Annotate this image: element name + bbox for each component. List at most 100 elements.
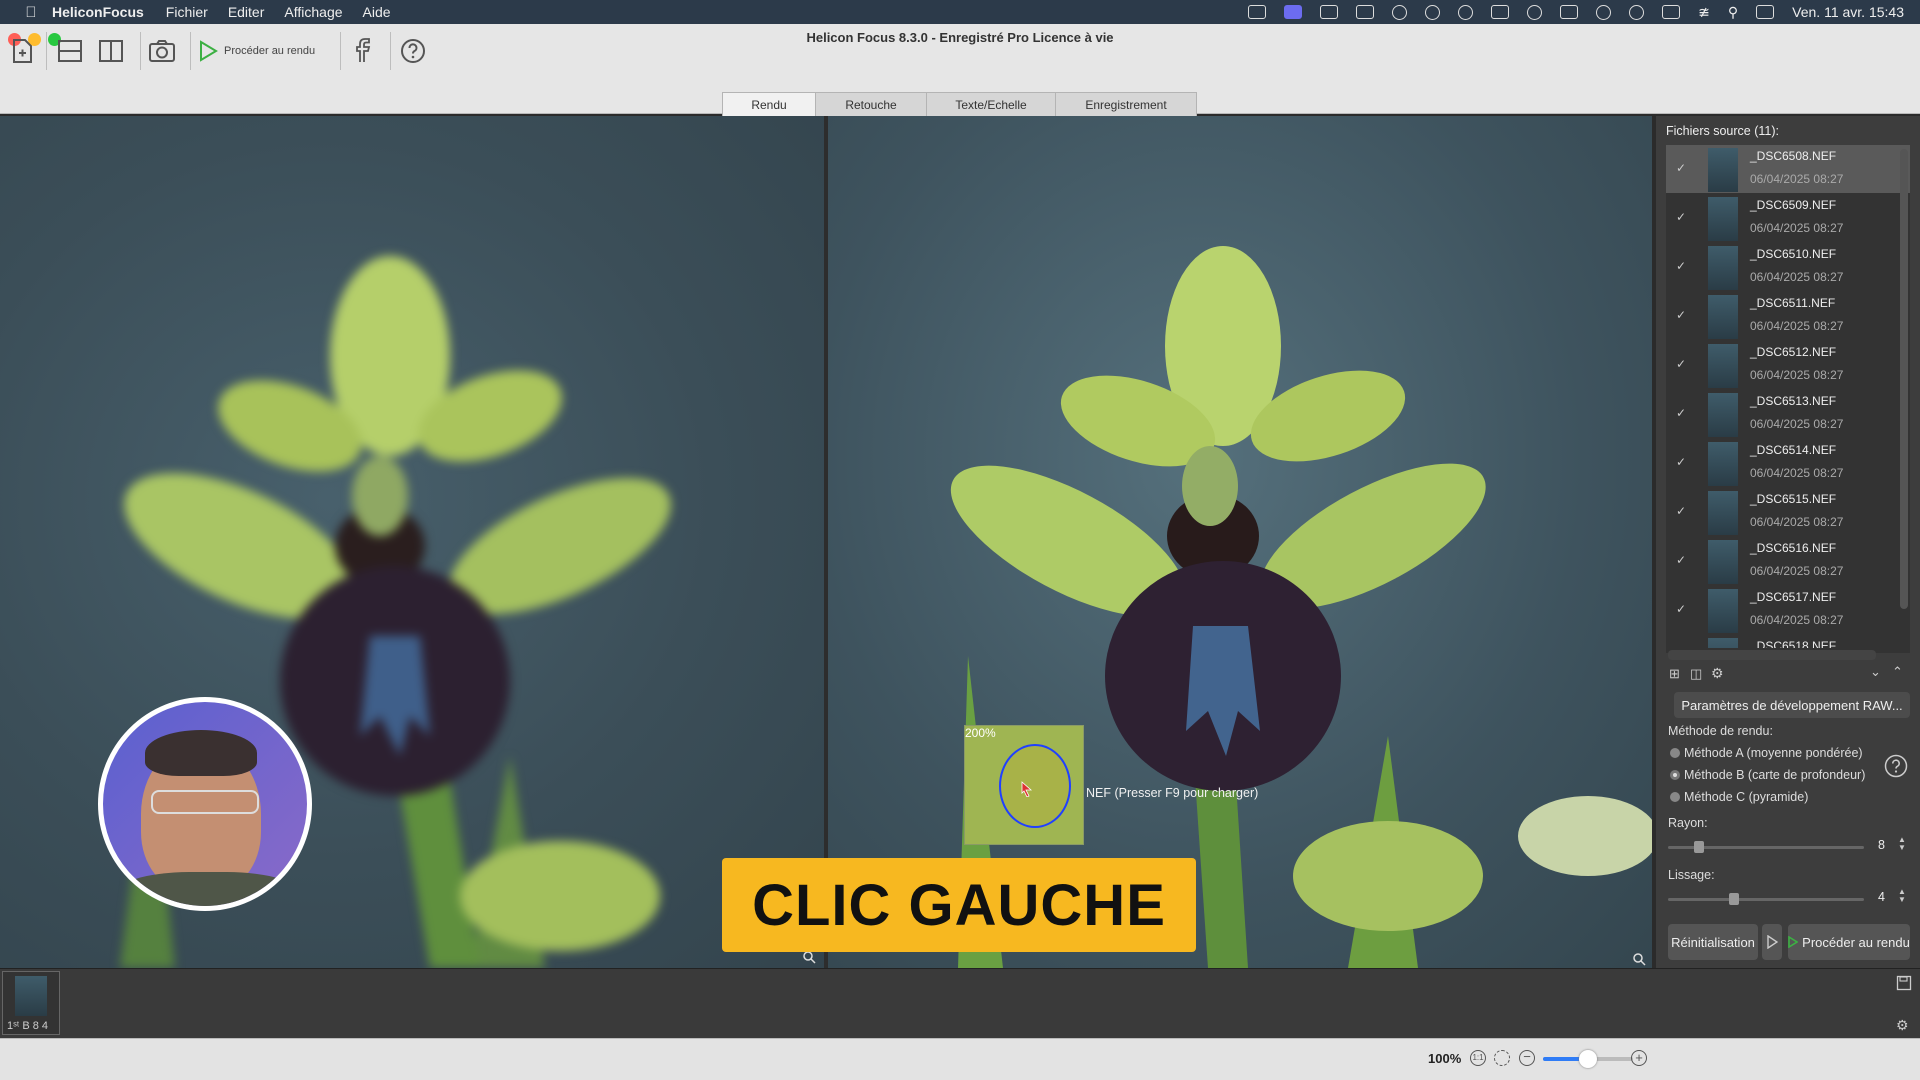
control-center-icon[interactable] bbox=[1756, 5, 1775, 19]
file-checkbox[interactable]: ✓ bbox=[1676, 602, 1690, 616]
tab-texte-echelle[interactable]: Texte/Echelle bbox=[926, 92, 1056, 116]
tab-enregistrement[interactable]: Enregistrement bbox=[1055, 92, 1197, 116]
help-button[interactable] bbox=[398, 33, 428, 69]
file-checkbox[interactable]: ✓ bbox=[1676, 161, 1690, 175]
source-file-row[interactable]: ✓ _DSC6513.NEF 06/04/2025 08:27 bbox=[1668, 391, 1908, 439]
premiere-icon[interactable] bbox=[1491, 5, 1510, 19]
magnifier-preview: 200% bbox=[964, 725, 1084, 845]
file-date: 06/04/2025 08:27 bbox=[1750, 319, 1844, 333]
lissage-slider-knob[interactable] bbox=[1729, 893, 1739, 905]
source-file-row[interactable]: ✓ _DSC6511.NEF 06/04/2025 08:27 bbox=[1668, 293, 1908, 341]
camera-status-icon[interactable] bbox=[1248, 5, 1267, 19]
menu-affichage[interactable]: Affichage bbox=[284, 4, 342, 20]
file-checkbox[interactable]: ✓ bbox=[1676, 210, 1690, 224]
zoom-magnifier-icon[interactable] bbox=[802, 950, 816, 964]
result-image-pane[interactable]: 200% NEF (Presser F9 pour charger) bbox=[828, 116, 1652, 968]
file-date: 06/04/2025 08:27 bbox=[1750, 270, 1844, 284]
clipboard-icon[interactable] bbox=[1320, 5, 1339, 19]
layout-vertical-button[interactable] bbox=[95, 33, 127, 69]
tab-rendu[interactable]: Rendu bbox=[722, 92, 816, 116]
file-checkbox[interactable]: ✓ bbox=[1676, 504, 1690, 518]
time-machine-icon[interactable] bbox=[1629, 4, 1645, 20]
zoom-magnifier-icon-right[interactable] bbox=[1632, 952, 1646, 966]
raw-settings-button[interactable]: Paramètres de développement RAW... bbox=[1674, 692, 1910, 718]
add-files-button[interactable] bbox=[4, 33, 40, 69]
horizontal-scrollbar[interactable] bbox=[1668, 650, 1876, 660]
file-checkbox[interactable]: ✓ bbox=[1676, 357, 1690, 371]
file-checkbox[interactable]: ✓ bbox=[1676, 406, 1690, 420]
menubar-clock[interactable]: Ven. 11 avr. 15:43 bbox=[1792, 4, 1904, 20]
source-image-pane[interactable] bbox=[0, 116, 824, 968]
lissage-slider-track[interactable] bbox=[1668, 898, 1864, 901]
source-file-row[interactable]: ✓ _DSC6509.NEF 06/04/2025 08:27 bbox=[1668, 195, 1908, 243]
network-status-icon[interactable] bbox=[1458, 4, 1474, 20]
vlc-icon[interactable] bbox=[1356, 5, 1375, 19]
rayon-slider-knob[interactable] bbox=[1694, 841, 1704, 853]
tab-retouche[interactable]: Retouche bbox=[815, 92, 927, 116]
filmstrip-settings-icon[interactable]: ⚙ bbox=[1896, 1017, 1912, 1033]
save-icon[interactable] bbox=[1896, 975, 1912, 991]
file-checkbox[interactable]: ✓ bbox=[1676, 259, 1690, 273]
method-help-icon[interactable] bbox=[1884, 754, 1908, 778]
source-file-row[interactable]: ✓ _DSC6517.NEF 06/04/2025 08:27 bbox=[1668, 587, 1908, 635]
window-manager-icon[interactable] bbox=[1560, 5, 1579, 19]
source-file-row[interactable]: ✓ _DSC6508.NEF 06/04/2025 08:27 bbox=[1668, 146, 1908, 194]
menu-app-name[interactable]: HeliconFocus bbox=[52, 4, 144, 20]
user-icon[interactable] bbox=[1596, 4, 1612, 20]
reset-button[interactable]: Réinitialisation bbox=[1668, 924, 1758, 960]
file-thumbnail bbox=[1708, 442, 1738, 486]
spotlight-search-icon[interactable]: ⚲ bbox=[1728, 4, 1738, 21]
source-file-row[interactable]: ✓ _DSC6516.NEF 06/04/2025 08:27 bbox=[1668, 538, 1908, 586]
source-file-row[interactable]: ✓ _DSC6514.NEF 06/04/2025 08:27 bbox=[1668, 440, 1908, 488]
method-c-radio[interactable]: Méthode C (pyramide) bbox=[1670, 790, 1808, 804]
cloud-icon[interactable] bbox=[1527, 4, 1543, 20]
radio-dot-b[interactable] bbox=[1670, 770, 1680, 780]
cursor-status-icon[interactable] bbox=[1392, 4, 1408, 20]
radio-dot-c[interactable] bbox=[1670, 792, 1680, 802]
green-play-icon bbox=[1788, 936, 1799, 948]
file-thumbnail bbox=[1708, 540, 1738, 584]
source-file-row[interactable]: ✓ _DSC6510.NEF 06/04/2025 08:27 bbox=[1668, 244, 1908, 292]
lissage-value[interactable]: 4 bbox=[1878, 890, 1885, 904]
filmstrip-thumbnail[interactable]: 1ˢᵗ B 8 4 bbox=[2, 971, 60, 1035]
zoom-slider-knob[interactable] bbox=[1579, 1050, 1597, 1068]
file-checkbox[interactable]: ✓ bbox=[1676, 308, 1690, 322]
file-checkbox[interactable]: ✓ bbox=[1676, 553, 1690, 567]
method-b-radio[interactable]: Méthode B (carte de profondeur) bbox=[1670, 768, 1865, 782]
move-down-icon[interactable]: ⌄ bbox=[1870, 664, 1881, 680]
method-a-radio[interactable]: Méthode A (moyenne pondérée) bbox=[1670, 746, 1863, 760]
menu-editer[interactable]: Editer bbox=[228, 4, 265, 20]
facebook-button[interactable] bbox=[348, 33, 376, 69]
render-options-button[interactable] bbox=[1762, 924, 1782, 960]
source-file-row[interactable]: ✓ _DSC6512.NEF 06/04/2025 08:27 bbox=[1668, 342, 1908, 390]
w-status-icon[interactable] bbox=[1425, 4, 1441, 20]
file-thumbnail bbox=[1708, 393, 1738, 437]
menu-fichier[interactable]: Fichier bbox=[166, 4, 208, 20]
screen-record-icon[interactable] bbox=[1284, 5, 1303, 19]
zoom-in-icon[interactable]: + bbox=[1631, 1050, 1647, 1066]
move-up-icon[interactable]: ⌃ bbox=[1892, 664, 1903, 680]
toolbar-render-button[interactable]: Procéder au rendu bbox=[198, 33, 322, 69]
camera-button[interactable] bbox=[146, 33, 178, 69]
menu-aide[interactable]: Aide bbox=[363, 4, 391, 20]
source-file-row[interactable]: ✓ _DSC6515.NEF 06/04/2025 08:27 bbox=[1668, 489, 1908, 537]
zoom-slider-track[interactable] bbox=[1543, 1050, 1633, 1068]
file-settings-icon[interactable]: ⚙ bbox=[1711, 665, 1727, 681]
zoom-fit-icon[interactable] bbox=[1494, 1050, 1510, 1066]
rayon-value[interactable]: 8 bbox=[1878, 838, 1885, 852]
wifi-icon[interactable]: ≇ bbox=[1698, 4, 1710, 21]
rayon-stepper-icon[interactable]: ▲ ▼ bbox=[1898, 836, 1906, 852]
panel-render-button[interactable]: Procéder au rendu bbox=[1788, 924, 1910, 960]
file-date: 06/04/2025 08:27 bbox=[1750, 221, 1844, 235]
zoom-out-icon[interactable]: − bbox=[1519, 1050, 1535, 1066]
add-file-small-icon[interactable]: ⊞ bbox=[1669, 666, 1683, 681]
battery-icon[interactable] bbox=[1662, 5, 1681, 19]
radio-dot-a[interactable] bbox=[1670, 748, 1680, 758]
layout-horizontal-button[interactable] bbox=[54, 33, 86, 69]
remove-file-small-icon[interactable]: ◫ bbox=[1690, 666, 1704, 681]
apple-icon[interactable]:  bbox=[20, 4, 42, 21]
lissage-stepper-icon[interactable]: ▲ ▼ bbox=[1898, 888, 1906, 904]
zoom-actual-size-icon[interactable]: 1:1 bbox=[1470, 1050, 1486, 1066]
file-checkbox[interactable]: ✓ bbox=[1676, 455, 1690, 469]
source-file-row[interactable]: ✓_DSC6518.NEF bbox=[1668, 636, 1908, 648]
